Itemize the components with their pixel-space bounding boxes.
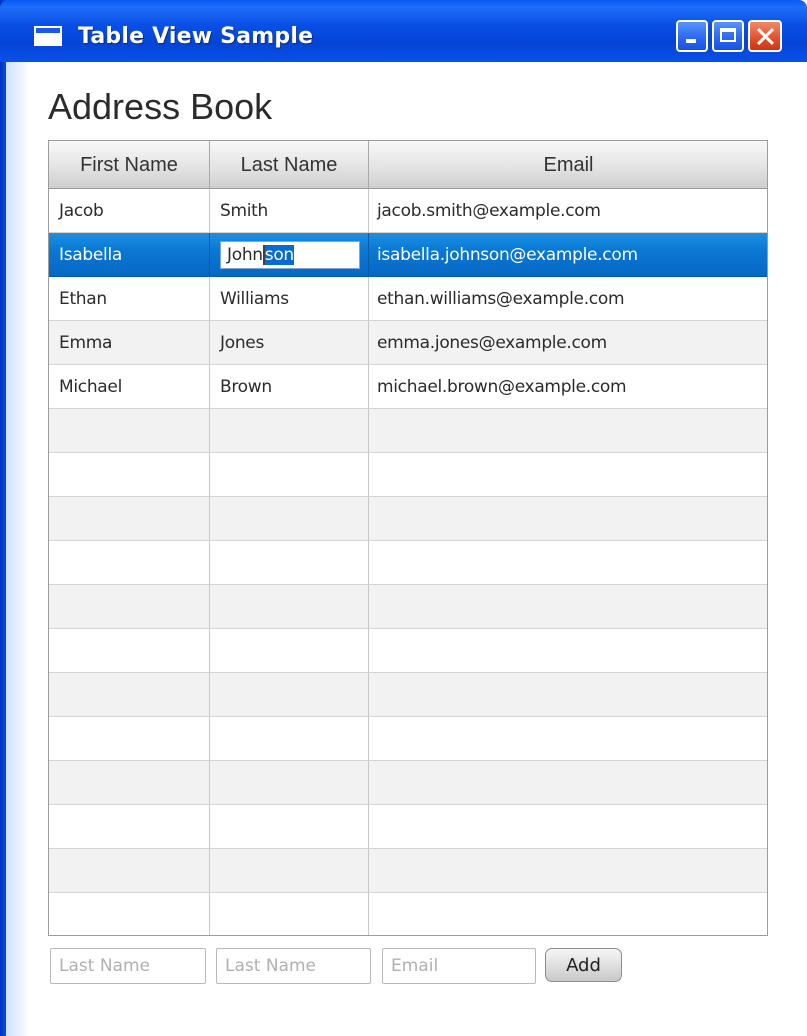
- empty-cell: [369, 629, 767, 672]
- empty-cell: [210, 717, 369, 760]
- empty-cell: [210, 805, 369, 848]
- window-title: Table View Sample: [78, 24, 314, 49]
- empty-cell: [49, 541, 210, 584]
- empty-table-row[interactable]: [49, 893, 767, 935]
- cell-last-name-editing[interactable]: John son: [210, 233, 369, 276]
- empty-cell: [49, 629, 210, 672]
- empty-table-row[interactable]: [49, 497, 767, 541]
- edit-text-unselected: John: [227, 245, 263, 265]
- empty-cell: [49, 761, 210, 804]
- empty-table-row[interactable]: [49, 673, 767, 717]
- empty-cell: [369, 453, 767, 496]
- empty-cell: [210, 673, 369, 716]
- empty-cell: [49, 409, 210, 452]
- empty-table-row[interactable]: [49, 409, 767, 453]
- minimize-icon[interactable]: [676, 20, 708, 52]
- cell-email[interactable]: michael.brown@example.com: [369, 365, 767, 408]
- app-window-icon: [34, 26, 62, 46]
- empty-table-row[interactable]: [49, 717, 767, 761]
- table-header: First Name Last Name Email: [49, 141, 767, 189]
- title-bar[interactable]: Table View Sample: [0, 0, 807, 62]
- empty-cell: [49, 673, 210, 716]
- cell-email[interactable]: isabella.johnson@example.com: [369, 233, 767, 276]
- cell-email[interactable]: ethan.williams@example.com: [369, 277, 767, 320]
- empty-cell: [210, 409, 369, 452]
- empty-table-row[interactable]: [49, 541, 767, 585]
- empty-cell: [369, 673, 767, 716]
- cell-first-name[interactable]: Isabella: [49, 233, 210, 276]
- empty-cell: [210, 453, 369, 496]
- cell-email[interactable]: emma.jones@example.com: [369, 321, 767, 364]
- cell-email[interactable]: jacob.smith@example.com: [369, 189, 767, 232]
- empty-cell: [369, 805, 767, 848]
- empty-cell: [210, 629, 369, 672]
- table-row-selected[interactable]: Isabella John son isabella.johnson@exampl…: [49, 233, 767, 277]
- empty-cell: [210, 761, 369, 804]
- page-title: Address Book: [48, 86, 273, 127]
- column-header-last-name[interactable]: Last Name: [210, 141, 369, 189]
- empty-table-row[interactable]: [49, 849, 767, 893]
- add-button[interactable]: Add: [545, 948, 622, 982]
- empty-table-row[interactable]: [49, 453, 767, 497]
- empty-cell: [49, 849, 210, 892]
- email-input[interactable]: Email: [382, 948, 536, 984]
- app-window: Table View Sample Address Book First Nam…: [0, 0, 807, 1036]
- cell-first-name[interactable]: Ethan: [49, 277, 210, 320]
- cell-last-name[interactable]: Brown: [210, 365, 369, 408]
- empty-cell: [210, 893, 369, 935]
- empty-cell: [210, 585, 369, 628]
- cell-edit-field[interactable]: John son: [220, 241, 360, 269]
- empty-cell: [210, 849, 369, 892]
- empty-cell: [369, 585, 767, 628]
- empty-cell: [49, 893, 210, 935]
- window-frame-fade: [6, 62, 30, 1036]
- column-header-email[interactable]: Email: [369, 141, 767, 189]
- empty-cell: [369, 893, 767, 935]
- table-row[interactable]: Ethan Williams ethan.williams@example.co…: [49, 277, 767, 321]
- cell-first-name[interactable]: Emma: [49, 321, 210, 364]
- empty-table-row[interactable]: [49, 585, 767, 629]
- empty-table-row[interactable]: [49, 761, 767, 805]
- empty-cell: [369, 717, 767, 760]
- edit-text-selected: son: [264, 245, 294, 265]
- cell-first-name[interactable]: Michael: [49, 365, 210, 408]
- cell-first-name[interactable]: Jacob: [49, 189, 210, 232]
- empty-cell: [210, 497, 369, 540]
- close-icon[interactable]: [748, 20, 782, 52]
- cell-last-name[interactable]: Williams: [210, 277, 369, 320]
- empty-cell: [49, 717, 210, 760]
- maximize-icon[interactable]: [712, 20, 744, 52]
- table-row[interactable]: Michael Brown michael.brown@example.com: [49, 365, 767, 409]
- first-name-input[interactable]: Last Name: [50, 948, 206, 984]
- empty-cell: [369, 409, 767, 452]
- table-row[interactable]: Emma Jones emma.jones@example.com: [49, 321, 767, 365]
- empty-cell: [369, 849, 767, 892]
- last-name-input[interactable]: Last Name: [216, 948, 371, 984]
- empty-cell: [49, 585, 210, 628]
- empty-table-row[interactable]: [49, 629, 767, 673]
- empty-cell: [210, 541, 369, 584]
- table-row[interactable]: Jacob Smith jacob.smith@example.com: [49, 189, 767, 233]
- address-table[interactable]: First Name Last Name Email Jacob Smith j…: [48, 140, 768, 936]
- empty-cell: [49, 453, 210, 496]
- empty-cell: [369, 761, 767, 804]
- empty-cell: [369, 497, 767, 540]
- cell-last-name[interactable]: Smith: [210, 189, 369, 232]
- empty-table-row[interactable]: [49, 805, 767, 849]
- empty-cell: [49, 805, 210, 848]
- empty-cell: [49, 497, 210, 540]
- empty-cell: [369, 541, 767, 584]
- column-header-first-name[interactable]: First Name: [49, 141, 210, 189]
- cell-last-name[interactable]: Jones: [210, 321, 369, 364]
